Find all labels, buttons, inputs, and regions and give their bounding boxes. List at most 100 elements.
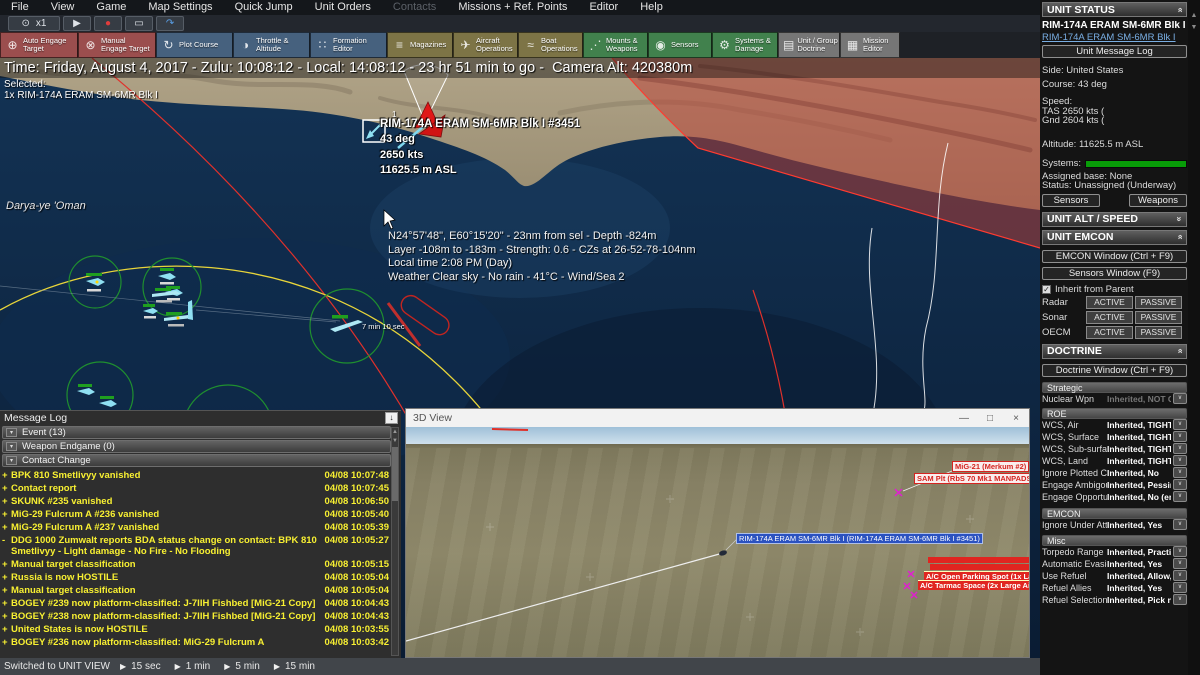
collapse-chevron-icon[interactable]: ▾ xyxy=(6,456,17,465)
run-button[interactable]: ▶ xyxy=(63,16,91,31)
time-step-button[interactable]: ▶ 5 min xyxy=(224,661,260,672)
log-entry[interactable]: + Contact report 04/08 10:07:45 xyxy=(2,482,389,495)
log-entry[interactable]: + MiG-29 Fulcrum A #237 vanished 04/08 1… xyxy=(2,521,389,534)
log-entry[interactable]: + BOGEY #239 now platform-classified: J-… xyxy=(2,597,389,610)
collapse-chevron-icon[interactable]: » xyxy=(1174,234,1184,239)
log-entry[interactable]: + United States is now HOSTILE 04/08 10:… xyxy=(2,623,389,636)
doctrine-window-button[interactable]: Doctrine Window (Ctrl + F9) xyxy=(1042,363,1187,377)
toolbar-button[interactable]: ▤ Unit / Group Doctrine xyxy=(778,32,840,58)
sidebar-scrollbar[interactable]: ▲ ▼ xyxy=(1188,0,1200,675)
dropdown-button[interactable]: ∨ xyxy=(1173,393,1187,404)
menu-item[interactable]: Game xyxy=(85,0,137,15)
toolbar-button[interactable]: ⋰ Mounts & Weapons xyxy=(583,32,648,58)
active-button[interactable]: ACTIVE xyxy=(1086,325,1133,339)
toolbar-button[interactable]: ✈ Aircraft Operations xyxy=(453,32,518,58)
passive-button[interactable]: PASSIVE xyxy=(1135,310,1182,324)
sensors-window-button[interactable]: Sensors Window (F9) xyxy=(1042,266,1187,280)
dropdown-button[interactable]: ∨ xyxy=(1173,431,1187,442)
dropdown-button[interactable]: ∨ xyxy=(1173,419,1187,430)
scrollbar-thumb[interactable] xyxy=(392,447,398,501)
emcon-section-header[interactable]: UNIT EMCON » xyxy=(1042,229,1187,245)
scroll-down-icon[interactable]: ▼ xyxy=(392,437,398,446)
quick-jump-button[interactable]: ↷ xyxy=(156,16,184,31)
unit-status-header[interactable]: UNIT STATUS » xyxy=(1042,2,1187,17)
alt-speed-section-header[interactable]: UNIT ALT / SPEED » xyxy=(1042,211,1187,227)
dropdown-button[interactable]: ∨ xyxy=(1173,558,1187,569)
emcon-window-button[interactable]: EMCON Window (Ctrl + F9) xyxy=(1042,249,1187,263)
log-entry[interactable]: + BOGEY #236 now platform-classified: Mi… xyxy=(2,636,389,649)
menu-item[interactable]: View xyxy=(40,0,86,15)
unit-message-log-button[interactable]: Unit Message Log xyxy=(1042,45,1187,58)
contact-label-mig21[interactable]: MiG-21 (Merkum #2) xyxy=(952,461,1029,472)
menu-item[interactable]: File xyxy=(0,0,40,15)
message-log-scrollbar[interactable]: ▲ ▼ xyxy=(391,427,399,656)
log-entry[interactable]: + BPK 810 Smetlivyy vanished 04/08 10:07… xyxy=(2,469,389,482)
log-entry[interactable]: + Manual target classification 04/08 10:… xyxy=(2,558,389,571)
dropdown-button[interactable]: ∨ xyxy=(1173,443,1187,454)
dropdown-button[interactable]: ∨ xyxy=(1173,455,1187,466)
menu-item[interactable]: Missions + Ref. Points xyxy=(447,0,578,15)
menu-item[interactable]: Contacts xyxy=(382,0,447,15)
dropdown-button[interactable]: ∨ xyxy=(1173,491,1187,502)
dropdown-button[interactable]: ∨ xyxy=(1173,546,1187,557)
log-entry[interactable]: + Russia is now HOSTILE 04/08 10:05:04 xyxy=(2,571,389,584)
3d-view-content[interactable]: MiG-21 (Merkum #2) SAM Plt (RbS 70 Mk1 M… xyxy=(406,427,1029,657)
log-group-header[interactable]: ▾ Event (13) xyxy=(2,426,391,439)
toolbar-button[interactable]: ◑ Throttle & Altitude xyxy=(233,32,310,58)
time-step-button[interactable]: ▶ 1 min xyxy=(175,661,211,672)
toolbar-button[interactable]: ◉ Sensors xyxy=(648,32,712,58)
contact-label-sam[interactable]: SAM Plt (RbS 70 Mk1 MANPADS x 3) xyxy=(914,473,1029,484)
dropdown-button[interactable]: ∨ xyxy=(1173,570,1187,581)
missile-label[interactable]: RIM-174A ERAM SM-6MR Blk I (RIM-174A ERA… xyxy=(736,533,983,544)
facility-label-tarmac[interactable]: A/C Tarmac Space (2x Large Aircraft) xyxy=(918,580,1029,590)
dropdown-button[interactable]: ∨ xyxy=(1173,519,1187,530)
toolbar-button[interactable]: ≈ Boat Operations xyxy=(518,32,583,58)
time-step-button[interactable]: ▶ 15 min xyxy=(274,661,315,672)
toolbar-button[interactable]: ▦ Mission Editor xyxy=(840,32,900,58)
log-group-header[interactable]: ▾ Weapon Endgame (0) xyxy=(2,440,391,453)
active-button[interactable]: ACTIVE xyxy=(1086,295,1133,309)
expand-chevron-icon[interactable]: » xyxy=(1174,216,1184,221)
menu-item[interactable]: Editor xyxy=(578,0,629,15)
scroll-up-icon[interactable]: ▲ xyxy=(1188,10,1200,22)
log-entry[interactable]: + BOGEY #238 now platform-classified: J-… xyxy=(2,610,389,623)
collapse-chevron-icon[interactable]: ▾ xyxy=(6,428,17,437)
scroll-to-bottom-button[interactable]: ↓ xyxy=(385,412,398,424)
weapons-button[interactable]: Weapons xyxy=(1129,193,1187,207)
menu-item[interactable]: Help xyxy=(629,0,674,15)
toolbar-button[interactable]: ↻ Plot Course xyxy=(156,32,233,58)
menu-item[interactable]: Quick Jump xyxy=(224,0,304,15)
map-layers-button[interactable]: ▭ xyxy=(125,16,153,31)
3d-view-titlebar[interactable]: 3D View — □ × xyxy=(406,409,1029,427)
dropdown-button[interactable]: ∨ xyxy=(1173,594,1187,605)
log-entry[interactable]: + SKUNK #235 vanished 04/08 10:06:50 xyxy=(2,495,389,508)
scroll-down-icon[interactable]: ▼ xyxy=(1188,22,1200,34)
dropdown-button[interactable]: ∨ xyxy=(1173,467,1187,478)
passive-button[interactable]: PASSIVE xyxy=(1135,325,1182,339)
dropdown-button[interactable]: ∨ xyxy=(1173,479,1187,490)
maximize-icon[interactable]: □ xyxy=(977,413,1003,424)
collapse-chevron-icon[interactable]: » xyxy=(1174,348,1184,353)
log-group-header[interactable]: ▾ Contact Change xyxy=(2,454,391,467)
menu-item[interactable]: Unit Orders xyxy=(304,0,382,15)
toolbar-button[interactable]: ⊕ Auto Engage Target xyxy=(0,32,78,58)
log-entry[interactable]: + MiG-29 Fulcrum A #236 vanished 04/08 1… xyxy=(2,508,389,521)
inherit-checkbox[interactable]: ✓ xyxy=(1042,284,1051,294)
doctrine-section-header[interactable]: DOCTRINE » xyxy=(1042,343,1187,359)
toolbar-button[interactable]: ⊗ Manual Engage Target xyxy=(78,32,156,58)
collapse-chevron-icon[interactable]: » xyxy=(1174,7,1184,12)
active-button[interactable]: ACTIVE xyxy=(1086,310,1133,324)
sim-speed-button[interactable]: ⊙ x1 xyxy=(8,16,60,31)
close-icon[interactable]: × xyxy=(1003,413,1029,424)
toolbar-button[interactable]: ≡ Magazines xyxy=(387,32,453,58)
dropdown-button[interactable]: ∨ xyxy=(1173,582,1187,593)
unit-class-link[interactable]: RIM-174A ERAM SM-6MR Blk I xyxy=(1042,33,1187,43)
scroll-up-icon[interactable]: ▲ xyxy=(392,428,398,437)
log-entry[interactable]: - DDG 1000 Zumwalt reports BDA status ch… xyxy=(2,534,389,558)
record-button[interactable]: ● xyxy=(94,16,122,31)
sensors-button[interactable]: Sensors xyxy=(1042,193,1100,207)
toolbar-button[interactable]: ∷ Formation Editor xyxy=(310,32,387,58)
passive-button[interactable]: PASSIVE xyxy=(1135,295,1182,309)
log-entry[interactable]: + Manual target classification 04/08 10:… xyxy=(2,584,389,597)
collapse-chevron-icon[interactable]: ▾ xyxy=(6,442,17,451)
